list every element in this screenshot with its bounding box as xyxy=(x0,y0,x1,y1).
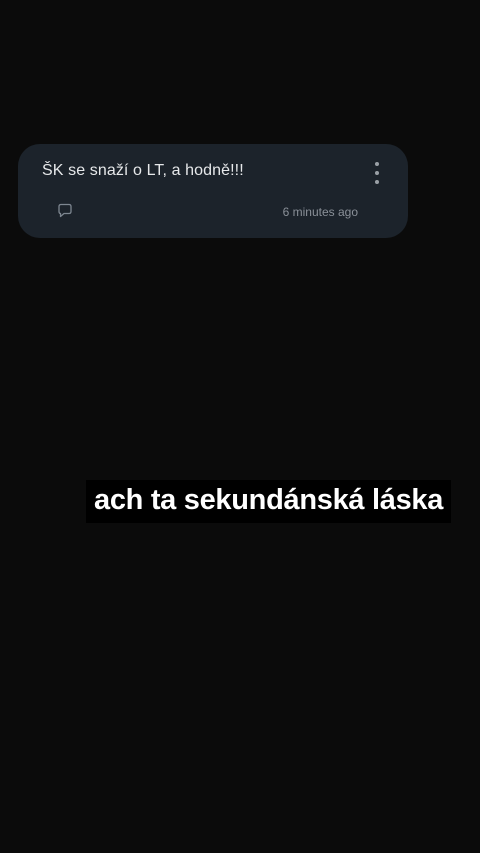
vertical-dots-icon xyxy=(375,162,379,166)
story-caption: ach ta sekundánská láska xyxy=(86,480,452,523)
comment-timestamp: 6 minutes ago xyxy=(282,205,358,219)
vertical-dots-icon-dot-2 xyxy=(375,171,379,175)
comment-message: ŠK se snaží o LT, a hodně!!! xyxy=(42,162,244,179)
speech-bubble-icon xyxy=(58,203,72,218)
vertical-dots-icon-dot-3 xyxy=(375,180,379,184)
comment-card: ŠK se snaží o LT, a hodně!!! 6 minutes a… xyxy=(18,144,408,238)
reply-button[interactable] xyxy=(56,202,74,220)
story-screen: ŠK se snaží o LT, a hodně!!! 6 minutes a… xyxy=(0,0,480,853)
more-options-button[interactable] xyxy=(368,162,386,184)
